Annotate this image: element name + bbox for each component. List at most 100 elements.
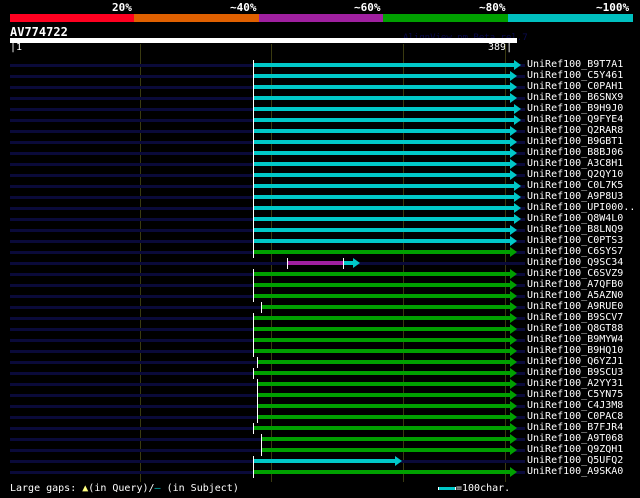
hit-start-mark	[253, 236, 255, 247]
hit-start-mark	[260, 302, 262, 313]
hit-segment[interactable]	[253, 272, 512, 276]
hit-label[interactable]: UniRef100_C5YN75	[527, 389, 623, 400]
hit-label[interactable]: UniRef100_B9MYW4	[527, 334, 623, 345]
hit-label[interactable]: UniRef100_B8BJ06	[527, 147, 623, 158]
hit-segment[interactable]	[253, 206, 516, 210]
hit-row[interactable]: UniRef100_A9SKA0	[0, 466, 640, 478]
query-bar	[10, 38, 517, 43]
hit-segment[interactable]	[253, 338, 512, 342]
score-color-segment	[134, 14, 260, 22]
hit-segment[interactable]	[253, 459, 397, 463]
arrow-right-icon	[509, 302, 517, 312]
hit-segment[interactable]	[253, 129, 512, 133]
hit-label[interactable]: UniRef100_UPI000..	[527, 202, 635, 213]
hit-label[interactable]: UniRef100_C5Y461	[527, 70, 623, 81]
hit-segment[interactable]	[253, 239, 512, 243]
hit-label[interactable]: UniRef100_C4J3M8	[527, 400, 623, 411]
hit-segment[interactable]	[256, 360, 512, 364]
hit-segment[interactable]	[253, 162, 512, 166]
hit-segment[interactable]	[287, 261, 344, 265]
hit-start-mark	[253, 181, 255, 192]
hit-label[interactable]: UniRef100_A9SKA0	[527, 466, 623, 477]
hit-label[interactable]: UniRef100_C6SYS7	[527, 246, 623, 257]
arrow-right-icon	[509, 390, 517, 400]
hit-segment[interactable]	[256, 393, 512, 397]
hit-label[interactable]: UniRef100_C0PTS3	[527, 235, 623, 246]
hit-label[interactable]: UniRef100_Q9ZQH1	[527, 444, 623, 455]
hit-segment[interactable]	[253, 371, 512, 375]
hit-segment[interactable]	[256, 404, 512, 408]
query-gap-label: (in Query)/	[88, 483, 155, 494]
hit-label[interactable]: UniRef100_Q2RAR8	[527, 125, 623, 136]
hit-label[interactable]: UniRef100_Q2QY10	[527, 169, 623, 180]
arrow-right-icon	[509, 291, 517, 301]
hit-segment[interactable]	[253, 118, 516, 122]
arrow-right-icon	[513, 203, 521, 213]
hit-label[interactable]: UniRef100_Q9SC34	[527, 257, 623, 268]
arrow-right-icon	[509, 324, 517, 334]
hit-segment[interactable]	[253, 349, 512, 353]
hit-label[interactable]: UniRef100_A2YY31	[527, 378, 623, 389]
hit-segment[interactable]	[260, 437, 512, 441]
hit-segment[interactable]	[256, 382, 512, 386]
hit-segment[interactable]	[253, 151, 512, 155]
hit-segment[interactable]	[256, 415, 512, 419]
hit-segment[interactable]	[253, 85, 512, 89]
hit-label[interactable]: UniRef100_Q5UFQ2	[527, 455, 623, 466]
hit-segment[interactable]	[253, 470, 512, 474]
hit-segment[interactable]	[253, 327, 512, 331]
hit-label[interactable]: UniRef100_B9T7A1	[527, 59, 623, 70]
query-end-tick: 389|	[488, 42, 513, 53]
arrow-right-icon	[509, 170, 517, 180]
hit-segment[interactable]	[253, 283, 512, 287]
hit-segment[interactable]	[253, 294, 512, 298]
hit-segment[interactable]	[260, 448, 512, 452]
hit-segment[interactable]	[253, 316, 512, 320]
hit-segment[interactable]	[253, 107, 516, 111]
hit-label[interactable]: UniRef100_A7QFB0	[527, 279, 623, 290]
hit-label[interactable]: UniRef100_B6SNX9	[527, 92, 623, 103]
query-title: AV774722	[10, 25, 68, 39]
hit-label[interactable]: UniRef100_Q8W4L0	[527, 213, 623, 224]
hit-label[interactable]: UniRef100_Q9FYE4	[527, 114, 623, 125]
hit-label[interactable]: UniRef100_B9HQ10	[527, 345, 623, 356]
hit-segment[interactable]	[260, 305, 512, 309]
hit-label[interactable]: UniRef100_C0PAH1	[527, 81, 623, 92]
hit-label[interactable]: UniRef100_B9H9J0	[527, 103, 623, 114]
hit-segment[interactable]	[253, 426, 512, 430]
subject-line	[10, 262, 525, 265]
hit-segment[interactable]	[253, 250, 512, 254]
hit-label[interactable]: UniRef100_C0PAC8	[527, 411, 623, 422]
hit-segment[interactable]	[253, 184, 516, 188]
hit-label[interactable]: UniRef100_A9P8U3	[527, 191, 623, 202]
hit-label[interactable]: UniRef100_B9SCU3	[527, 367, 623, 378]
hit-label[interactable]: UniRef100_B9SCV7	[527, 312, 623, 323]
hit-label[interactable]: UniRef100_A5AZN0	[527, 290, 623, 301]
hit-segment[interactable]	[253, 228, 512, 232]
hit-label[interactable]: UniRef100_B7FJR4	[527, 422, 623, 433]
hit-label[interactable]: UniRef100_A9RUE0	[527, 301, 623, 312]
hit-label[interactable]: UniRef100_Q6YZJ1	[527, 356, 623, 367]
hit-label[interactable]: UniRef100_Q8GT88	[527, 323, 623, 334]
hit-label[interactable]: UniRef100_B9GBT1	[527, 136, 623, 147]
hit-label[interactable]: UniRef100_A3C8H1	[527, 158, 623, 169]
hit-start-mark	[253, 368, 255, 379]
hit-segment[interactable]	[253, 63, 516, 67]
hit-segment[interactable]	[253, 173, 512, 177]
hit-label[interactable]: UniRef100_A9T068	[527, 433, 623, 444]
arrow-right-icon	[509, 137, 517, 147]
arrow-right-icon	[509, 445, 517, 455]
hit-label[interactable]: UniRef100_C6SVZ9	[527, 268, 623, 279]
hit-start-mark	[253, 225, 255, 236]
hit-segment[interactable]	[253, 140, 512, 144]
hit-label[interactable]: UniRef100_C0L7K5	[527, 180, 623, 191]
hit-segment[interactable]	[253, 217, 516, 221]
arrow-right-icon	[509, 247, 517, 257]
arrow-right-icon	[509, 269, 517, 279]
hit-segment[interactable]	[253, 74, 512, 78]
hit-start-mark	[260, 445, 262, 456]
hit-segment[interactable]	[253, 96, 512, 100]
hit-segment[interactable]	[253, 195, 516, 199]
hit-label[interactable]: UniRef100_B8LNQ9	[527, 224, 623, 235]
gaps-label: Large gaps:	[10, 483, 77, 494]
